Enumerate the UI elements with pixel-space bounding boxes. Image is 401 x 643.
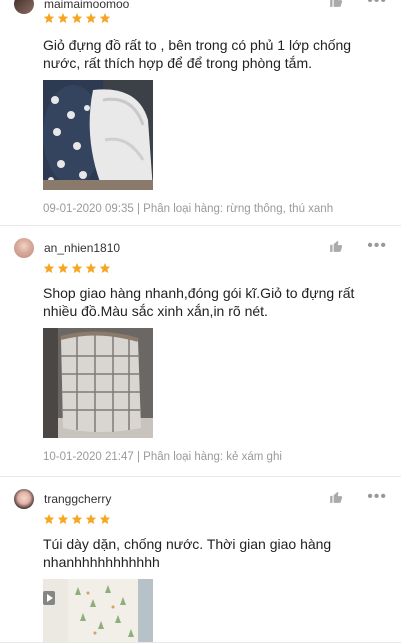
more-icon[interactable]: ••• [367, 0, 387, 9]
avatar[interactable] [14, 238, 34, 258]
review-header: an_nhien1810 [14, 238, 120, 258]
star-icon [85, 263, 97, 273]
review-video[interactable] [43, 579, 153, 642]
star-icon [43, 263, 55, 273]
more-icon[interactable]: ••• [367, 238, 387, 254]
review-actions: ••• [329, 489, 387, 505]
star-icon [71, 514, 83, 524]
more-icon[interactable]: ••• [367, 489, 387, 505]
avatar[interactable] [14, 489, 34, 509]
rating-stars [43, 513, 113, 525]
review-card: maimaimoomoo ••• Giỏ đựng đồ rất to , bê… [0, 0, 401, 226]
thumbs-up-icon[interactable] [329, 239, 343, 253]
review-photo[interactable] [43, 80, 153, 190]
star-icon [99, 514, 111, 524]
username[interactable]: an_nhien1810 [44, 241, 120, 255]
star-icon [85, 514, 97, 524]
review-card: tranggcherry ••• Túi dày dặn, chống nước… [0, 477, 401, 643]
avatar[interactable] [14, 0, 34, 14]
star-icon [99, 13, 111, 23]
star-icon [43, 13, 55, 23]
star-icon [57, 514, 69, 524]
review-actions: ••• [329, 238, 387, 254]
thumbs-up-icon[interactable] [329, 490, 343, 504]
review-actions: ••• [329, 0, 387, 9]
review-meta: 10-01-2020 21:47 | Phân loại hàng: kẻ xá… [43, 451, 282, 463]
review-card: an_nhien1810 ••• Shop giao hàng nhanh,đó… [0, 226, 401, 477]
star-icon [71, 263, 83, 273]
rating-stars [43, 12, 113, 24]
username[interactable]: tranggcherry [44, 492, 111, 506]
review-text: Túi dày dặn, chống nước. Thời gian giao … [43, 536, 332, 570]
thumbs-up-icon[interactable] [329, 0, 343, 8]
review-photo[interactable] [43, 328, 153, 438]
star-icon [57, 13, 69, 23]
star-icon [85, 13, 97, 23]
username[interactable]: maimaimoomoo [44, 0, 129, 11]
rating-stars [43, 262, 113, 274]
review-meta: 09-01-2020 09:35 | Phân loại hàng: rừng … [43, 203, 334, 215]
star-icon [43, 514, 55, 524]
review-text: Giỏ đựng đồ rất to , bên trong có phủ 1 … [43, 37, 352, 71]
star-icon [71, 13, 83, 23]
review-header: tranggcherry [14, 489, 111, 509]
review-text: Shop giao hàng nhanh,đóng gói kĩ.Giỏ to … [43, 285, 355, 319]
star-icon [99, 263, 111, 273]
star-icon [57, 263, 69, 273]
